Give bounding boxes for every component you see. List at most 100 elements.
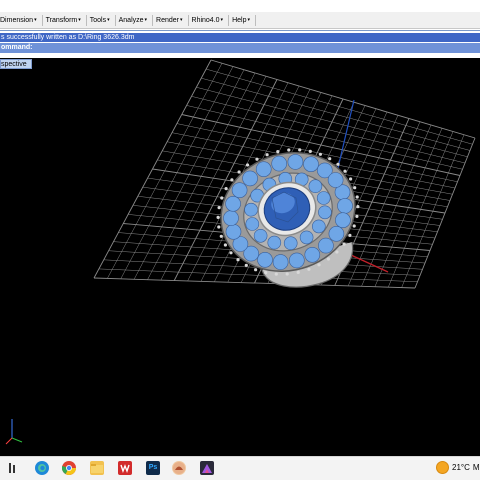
sun-icon	[436, 461, 449, 474]
accent-stone	[245, 217, 260, 231]
accent-stone	[311, 219, 326, 234]
weather-suffix: M	[472, 463, 480, 472]
prong-bead	[219, 234, 223, 238]
menu-transform[interactable]: Transform ▾	[46, 17, 85, 24]
prong-bead	[255, 157, 259, 161]
file-explorer-icon[interactable]	[90, 461, 104, 475]
menu-tools[interactable]: Tools ▾	[90, 17, 114, 24]
prong-bead	[223, 243, 227, 247]
menu-label: Rhino4.0	[191, 16, 220, 24]
weather-temperature: 21°C	[452, 463, 470, 472]
accent-stone	[267, 235, 282, 250]
grid-line	[388, 131, 454, 288]
accent-stone	[308, 179, 323, 193]
accent-stone	[253, 229, 268, 243]
task-view-icon[interactable]	[6, 461, 20, 475]
prong-bead	[318, 152, 322, 156]
chrome-icon[interactable]	[61, 461, 76, 475]
accent-stone	[271, 155, 288, 172]
menu-separator	[85, 14, 87, 26]
accent-stone	[337, 198, 353, 214]
accent-stone	[318, 237, 334, 254]
accent-stone	[242, 170, 258, 187]
prong-bead	[264, 271, 268, 275]
ring-model[interactable]	[204, 134, 371, 290]
prong-bead	[236, 258, 240, 262]
viewport-title-tab[interactable]: spective	[0, 59, 32, 69]
axis-gizmo	[5, 419, 23, 445]
wps-icon[interactable]	[118, 461, 132, 475]
prong-bead	[265, 153, 269, 157]
accent-stone	[287, 154, 304, 170]
accent-stone	[225, 224, 242, 240]
prong-bead	[217, 206, 221, 210]
prong-bead	[296, 270, 300, 274]
prong-bead	[348, 233, 352, 237]
chevron-down-icon: ▾	[34, 17, 37, 23]
prong-bead	[285, 272, 289, 276]
menu-help[interactable]: Help ▾	[232, 17, 254, 24]
rhino-icon[interactable]	[172, 461, 186, 475]
chevron-down-icon: ▾	[247, 17, 250, 23]
accent-stone	[335, 212, 351, 228]
chevron-down-icon: ▾	[78, 17, 81, 23]
prong-bead	[349, 177, 353, 181]
prong-bead	[328, 157, 332, 161]
prong-bead	[224, 187, 228, 191]
menu-separator	[152, 14, 154, 26]
prong-bead	[352, 224, 356, 228]
chevron-down-icon: ▾	[144, 17, 148, 23]
prong-bead	[342, 242, 346, 246]
prong-bead	[237, 170, 241, 174]
command-prompt[interactable]: ommand:	[0, 43, 480, 53]
menu-separator	[187, 14, 189, 26]
menu-label: Dimension	[0, 16, 34, 24]
accent-stone	[318, 205, 332, 220]
grid-line	[401, 134, 465, 288]
menu-bar: Dimension ▾ Transform ▾ Tools ▾ Analyze ▾ Re…	[0, 12, 480, 29]
accent-stone	[299, 230, 314, 245]
prong-bead	[335, 250, 339, 254]
menu-label: Help	[232, 16, 247, 24]
menu-label: Render	[156, 16, 179, 24]
prong-bead	[326, 257, 331, 261]
viewport-scene[interactable]	[0, 58, 480, 456]
menu-rhino4[interactable]: Rhino4.0 ▾	[192, 17, 228, 24]
prong-bead	[274, 272, 278, 276]
accent-stone	[288, 252, 305, 269]
accent-stone	[223, 210, 239, 226]
menu-label: Analyze	[118, 16, 144, 24]
edge-icon[interactable]	[35, 461, 49, 475]
prong-bead	[298, 148, 302, 152]
prong-bead	[308, 149, 312, 153]
prong-bead	[355, 214, 359, 218]
menu-analyze[interactable]: Analyze ▾	[119, 17, 151, 24]
prong-bead	[287, 148, 291, 152]
title-strip	[0, 0, 480, 12]
prong-bead	[217, 225, 221, 229]
command-history: s successfully written as D:\Ring 3626.3…	[0, 33, 480, 42]
photoshop-icon[interactable]: Ps	[146, 461, 160, 475]
accent-stone	[303, 156, 319, 172]
grid-line	[361, 124, 432, 287]
prong-bead	[254, 268, 258, 272]
grid-line	[374, 128, 443, 287]
menu-separator	[114, 14, 116, 26]
menu-render[interactable]: Render ▾	[156, 17, 186, 24]
prong-bead	[353, 186, 357, 190]
menu-separator	[228, 14, 230, 26]
prong-bead	[317, 263, 321, 267]
prong-bead	[343, 169, 347, 173]
accent-stone	[328, 226, 345, 242]
chevron-down-icon: ▾	[180, 17, 183, 23]
weather-widget[interactable]: 21°C M	[436, 461, 480, 474]
prong-bead	[216, 215, 220, 219]
prong-bead	[276, 150, 280, 154]
accent-stone	[272, 254, 289, 270]
prong-bead	[307, 267, 311, 271]
accent-stone	[283, 236, 298, 250]
menu-dimension[interactable]: Dimension ▾	[0, 17, 41, 24]
app-icon[interactable]	[200, 461, 214, 475]
accent-stone	[327, 172, 344, 188]
menu-label: Transform	[45, 16, 78, 24]
